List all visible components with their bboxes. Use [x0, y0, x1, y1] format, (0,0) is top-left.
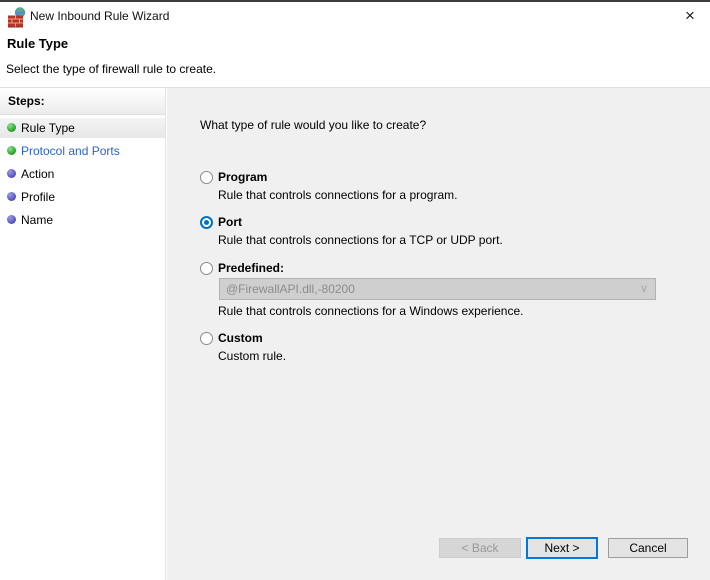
- radio-program[interactable]: [200, 171, 213, 184]
- wizard-window: New Inbound Rule Wizard × Rule Type Sele…: [0, 0, 710, 580]
- wizard-content: What type of rule would you like to crea…: [167, 88, 710, 580]
- predefined-rule-dropdown-value: @FirewallAPI.dll,-80200: [226, 282, 355, 296]
- radio-custom[interactable]: [200, 332, 213, 345]
- firewall-icon: [8, 7, 26, 28]
- step-bullet-icon: [7, 215, 16, 224]
- step-label: Action: [21, 167, 55, 181]
- radio-predefined-label[interactable]: Predefined:: [218, 261, 284, 275]
- title-bar: New Inbound Rule Wizard ×: [0, 2, 710, 32]
- radio-predefined-description: Rule that controls connections for a Win…: [218, 304, 524, 318]
- chevron-down-icon: ∨: [639, 283, 648, 295]
- radio-port[interactable]: [200, 216, 213, 229]
- predefined-rule-dropdown: @FirewallAPI.dll,-80200 ∨: [219, 278, 656, 300]
- sidebar-item-profile: Profile: [0, 187, 165, 207]
- step-label: Profile: [21, 190, 56, 204]
- radio-port-label[interactable]: Port: [218, 215, 242, 229]
- radio-program-label[interactable]: Program: [218, 170, 267, 184]
- sidebar-item-name: Name: [0, 210, 165, 230]
- sidebar-item-protocol-and-ports[interactable]: Protocol and Ports: [0, 141, 165, 161]
- step-bullet-icon: [7, 169, 16, 178]
- radio-program-description: Rule that controls connections for a pro…: [218, 188, 458, 202]
- radio-custom-description: Custom rule.: [218, 349, 287, 363]
- radio-custom-label[interactable]: Custom: [218, 331, 263, 345]
- page-subtitle: Select the type of firewall rule to crea…: [6, 62, 217, 76]
- step-bullet-icon: [7, 192, 16, 201]
- step-label: Protocol and Ports: [21, 144, 120, 158]
- step-label: Name: [21, 213, 54, 227]
- radio-port-description: Rule that controls connections for a TCP…: [218, 233, 503, 247]
- question-text: What type of rule would you like to crea…: [200, 118, 427, 132]
- step-label: Rule Type: [21, 121, 75, 135]
- steps-sidebar: Steps: Rule Type Protocol and Ports Acti…: [0, 88, 166, 580]
- steps-heading: Steps:: [0, 88, 165, 115]
- page-title: Rule Type: [7, 36, 69, 51]
- next-button[interactable]: Next >: [526, 537, 598, 559]
- close-icon[interactable]: ×: [678, 5, 702, 27]
- back-button: < Back: [439, 538, 521, 558]
- cancel-button[interactable]: Cancel: [608, 538, 688, 558]
- step-bullet-icon: [7, 146, 16, 155]
- sidebar-item-action: Action: [0, 164, 165, 184]
- step-bullet-icon: [7, 123, 16, 132]
- window-title: New Inbound Rule Wizard: [30, 9, 170, 23]
- radio-predefined[interactable]: [200, 262, 213, 275]
- sidebar-item-rule-type[interactable]: Rule Type: [0, 118, 165, 138]
